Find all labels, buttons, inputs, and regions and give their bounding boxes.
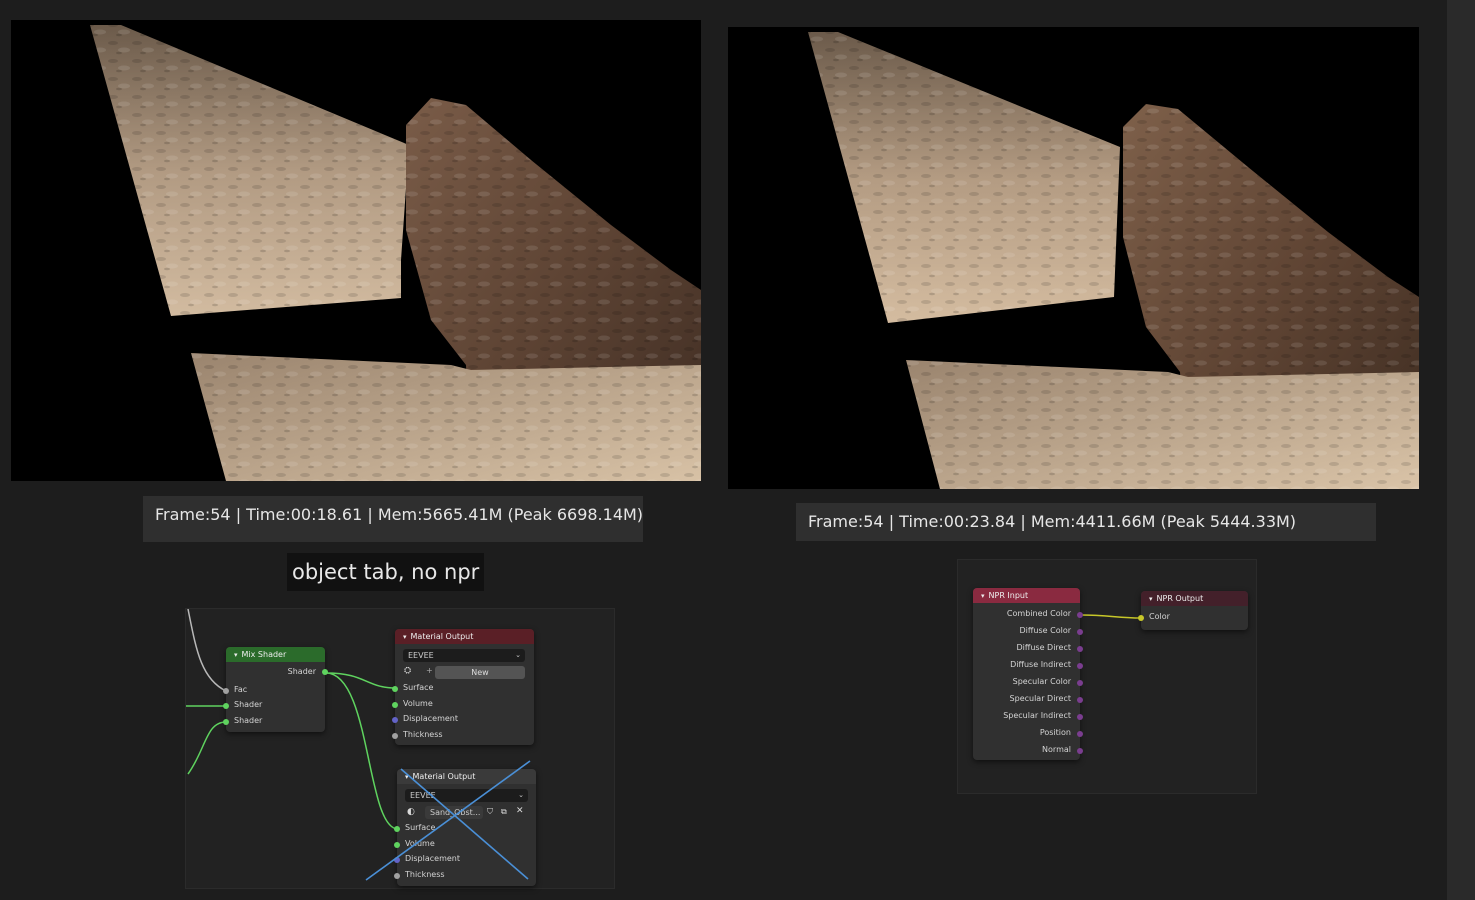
material-sphere-icon[interactable]: ◐ [407,807,415,817]
node-editor-right[interactable]: ▾ NPR Input Combined Color Diffuse Color … [957,559,1257,794]
chevron-down-icon: ⌄ [518,791,524,799]
volume-label-2: Volume [405,839,435,848]
thickness-socket-2[interactable] [394,873,400,879]
close-icon[interactable]: ✕ [516,806,524,816]
npr-output-label: Combined Color [1006,609,1071,618]
npr-output-label: Diffuse Color [1019,626,1071,635]
mix-shader-title: Mix Shader [241,650,287,659]
npr-output-header[interactable]: ▾ NPR Output [1141,591,1248,606]
surface-socket-2[interactable] [394,826,400,832]
fac-label: Fac [234,685,248,694]
material-name-value: Sand_Obst... [430,808,481,817]
npr-input-node[interactable]: ▾ NPR Input Combined Color Diffuse Color … [973,588,1083,760]
fac-socket[interactable] [223,688,229,694]
fake-user-shield-icon[interactable]: ⛉ [487,807,493,817]
mix-shader-header[interactable]: ▾ Mix Shader [226,647,325,662]
npr-output-label: Diffuse Indirect [1010,660,1071,669]
displacement-socket-1[interactable] [392,717,398,723]
npr-output-socket[interactable] [1077,714,1083,720]
npr-output-socket[interactable] [1077,646,1083,652]
npr-output-label: Position [1039,728,1071,737]
npr-output-socket[interactable] [1077,663,1083,669]
material-output-1-title: Material Output [410,632,474,641]
volume-label-1: Volume [403,699,433,708]
surface-label-2: Surface [405,823,436,832]
displacement-label-2: Displacement [405,854,460,863]
material-browse-icon[interactable]: ⛭ [404,666,411,676]
duplicate-icon[interactable]: ⧉ [501,807,507,817]
npr-input-header[interactable]: ▾ NPR Input [973,588,1080,603]
npr-output-socket[interactable] [1077,680,1083,686]
right-scrollbar[interactable] [1447,0,1475,900]
npr-output-label: Specular Direct [1009,694,1071,703]
npr-output-socket[interactable] [1077,748,1083,754]
npr-output-socket[interactable] [1077,697,1083,703]
thickness-label-2: Thickness [405,870,445,879]
chevron-down-icon[interactable]: ▾ [405,770,409,785]
material-output-node-2[interactable]: ▾ Material Output EEVEE ⌄ ◐ Sand_Obst... … [394,769,536,886]
mix-shader-node[interactable]: ▾ Mix Shader Shader Fac Shader Shader [223,647,328,732]
displacement-label-1: Displacement [403,714,458,723]
render-target-dropdown-2[interactable]: EEVEE ⌄ [405,789,528,802]
render-target-dropdown-1[interactable]: EEVEE ⌄ [403,649,525,662]
npr-output-label: Specular Indirect [1003,711,1071,720]
volume-socket-2[interactable] [394,842,400,848]
node-editor-left[interactable]: ▾ Mix Shader Shader Fac Shader Shader ▾ Ma… [185,608,615,889]
thickness-socket-1[interactable] [392,733,398,739]
render-preview-right [728,27,1419,489]
chevron-down-icon[interactable]: ▾ [981,589,985,604]
surface-socket-1[interactable] [392,686,398,692]
surface-label-1: Surface [403,683,434,692]
npr-output-title: NPR Output [1156,594,1204,603]
mix-shader-output-socket[interactable] [322,669,328,675]
color-input-label: Color [1149,612,1170,621]
chevron-down-icon: ⌄ [515,651,521,659]
render-target-value: EEVEE [408,651,434,660]
render-preview-left [11,20,701,481]
npr-input-title: NPR Input [988,591,1029,600]
add-material-icon[interactable]: + [426,666,433,675]
render-stats-right: Frame:54 | Time:00:23.84 | Mem:4411.66M … [796,503,1376,541]
color-input-socket[interactable] [1138,615,1144,621]
npr-output-socket[interactable] [1077,612,1083,618]
chevron-down-icon[interactable]: ▾ [1149,592,1153,607]
new-material-button[interactable]: New [435,666,525,679]
chevron-down-icon[interactable]: ▾ [403,630,407,645]
material-name-field[interactable]: Sand_Obst... [425,806,483,819]
npr-output-socket[interactable] [1077,629,1083,635]
render-target-value: EEVEE [410,791,436,800]
shader-input-1-label: Shader [234,700,263,709]
material-output-1-header[interactable]: ▾ Material Output [395,629,534,644]
npr-output-label: Diffuse Direct [1016,643,1071,652]
shader-input-2-socket[interactable] [223,719,229,725]
material-output-2-title: Material Output [412,772,476,781]
displacement-socket-2[interactable] [394,857,400,863]
material-output-node-1[interactable]: ▾ Material Output EEVEE ⌄ ⛭ + New Surface… [392,629,534,745]
material-output-2-header[interactable]: ▾ Material Output [397,769,536,784]
render-stats-left: Frame:54 | Time:00:18.61 | Mem:5665.41M … [143,496,643,542]
volume-socket-1[interactable] [392,702,398,708]
shader-input-1-socket[interactable] [223,703,229,709]
render-image-left [90,25,701,481]
shader-input-2-label: Shader [234,716,263,725]
mix-shader-output-label: Shader [287,667,316,676]
npr-output-node[interactable]: ▾ NPR Output Color [1138,591,1248,630]
npr-output-socket[interactable] [1077,731,1083,737]
chevron-down-icon[interactable]: ▾ [234,648,238,663]
npr-output-label: Specular Color [1012,677,1071,686]
caption-label: object tab, no npr [287,553,485,591]
npr-output-label: Normal [1042,745,1071,754]
thickness-label-1: Thickness [403,730,443,739]
render-image-right [808,32,1419,489]
